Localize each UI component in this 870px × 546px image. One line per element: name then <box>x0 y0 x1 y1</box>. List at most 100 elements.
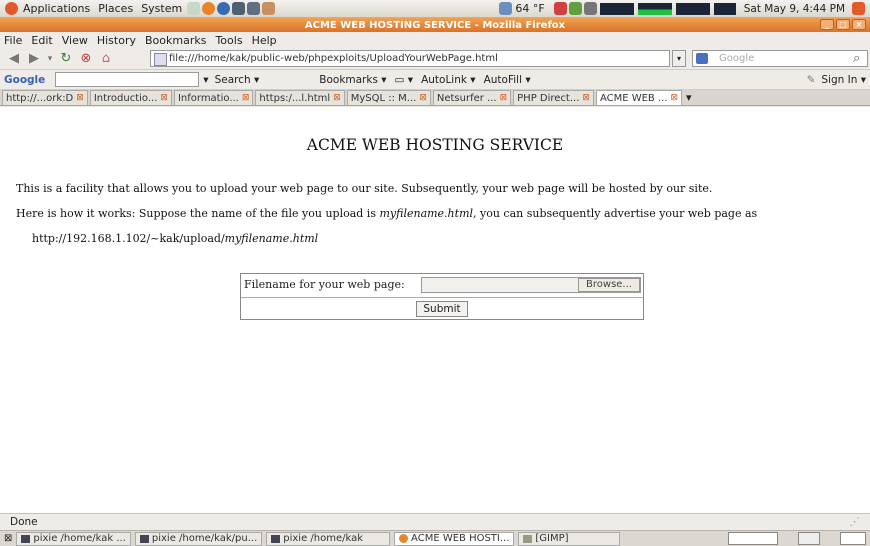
show-desktop-icon[interactable]: ⊠ <box>4 533 12 544</box>
network-icon[interactable] <box>499 2 513 15</box>
minimize-icon[interactable]: _ <box>820 19 834 30</box>
menu-file[interactable]: File <box>4 34 22 47</box>
tab-close-icon[interactable]: ⊠ <box>76 92 84 105</box>
task-label: pixie /home/kak <box>283 532 364 544</box>
panel-clock[interactable]: Sat May 9, 4:44 PM <box>744 3 845 15</box>
firefox-launcher-icon[interactable] <box>202 2 216 15</box>
panel-menu-places[interactable]: Places <box>94 2 137 15</box>
menu-view[interactable]: View <box>62 34 88 47</box>
tab-1[interactable]: http://...ork:D ⊠ <box>2 90 88 105</box>
tab-close-icon[interactable]: ⊠ <box>582 92 590 105</box>
tab-label: MySQL :: M... <box>350 92 417 104</box>
wrench-icon[interactable]: ✎ <box>807 74 816 86</box>
weather-readout[interactable]: 64 °F <box>515 2 544 15</box>
close-icon[interactable]: × <box>852 19 866 30</box>
search-magnifier-icon[interactable]: ⌕ <box>853 51 860 66</box>
tab-8-active[interactable]: ACME WEB ... ⊠ <box>595 90 683 105</box>
howto-filename: myfilename.html <box>379 207 474 220</box>
resize-grip-icon[interactable]: ⋰ <box>850 516 861 528</box>
tab-label: Introductio... <box>93 92 158 104</box>
memory-monitor-graph <box>675 2 710 15</box>
url-dropdown-icon[interactable]: ▾ <box>672 50 686 67</box>
network-monitor-graph <box>637 2 672 15</box>
notification-icon[interactable] <box>553 2 567 15</box>
terminal-icon <box>21 534 31 543</box>
menu-bookmarks[interactable]: Bookmarks <box>145 34 206 47</box>
gimp-launcher-icon[interactable] <box>262 2 276 15</box>
menu-tools[interactable]: Tools <box>215 34 242 47</box>
howto-text-suffix: , you can subsequently advertise your we… <box>473 207 758 220</box>
trash-icon[interactable] <box>798 532 820 545</box>
gnome-top-panel: Applications Places System 64 °F Sat May… <box>0 0 870 18</box>
google-search-button[interactable]: Search ▾ <box>215 74 260 86</box>
tab-close-icon[interactable]: ⊠ <box>671 92 679 105</box>
editor-launcher-icon[interactable] <box>247 2 261 15</box>
url-bar[interactable]: file:///home/kak/public-web/phpexploits/… <box>150 50 670 67</box>
taskbar-item-gimp[interactable]: [GIMP] <box>518 531 620 546</box>
google-dropdown-icon[interactable]: ▾ <box>203 74 208 86</box>
taskbar-item-pixie-3[interactable]: pixie /home/kak <box>266 531 391 546</box>
workspace-switcher[interactable] <box>728 532 778 545</box>
tab-6[interactable]: Netsurfer ... ⊠ <box>432 90 512 105</box>
panel-menu-system[interactable]: System <box>137 2 186 15</box>
power-icon[interactable] <box>852 2 865 15</box>
gnome-foot-icon[interactable] <box>5 2 18 15</box>
google-autolink-button[interactable]: AutoLink ▾ <box>421 74 476 86</box>
menu-help[interactable]: Help <box>252 34 277 47</box>
submit-button[interactable]: Submit <box>416 301 468 317</box>
help-launcher-icon[interactable] <box>217 2 231 15</box>
tray-icon[interactable] <box>583 2 597 15</box>
menu-edit[interactable]: Edit <box>31 34 52 47</box>
howto-text-prefix: Here is how it works: Suppose the name o… <box>16 207 380 220</box>
google-tab-button[interactable]: ▭ ▾ <box>395 74 414 86</box>
tab-label: Informatio... <box>177 92 239 104</box>
update-icon[interactable] <box>568 2 582 15</box>
back-arrow-icon[interactable]: ◀ <box>6 51 22 67</box>
window-title: ACME WEB HOSTING SERVICE - Mozilla Firef… <box>304 19 566 31</box>
form-divider <box>241 297 643 298</box>
tab-4[interactable]: https:/...l.html ⊠ <box>255 90 345 105</box>
google-autofill-button[interactable]: AutoFill ▾ <box>484 74 531 86</box>
google-bookmarks-button[interactable]: Bookmarks ▾ <box>319 74 386 86</box>
taskbar-item-pixie-1[interactable]: pixie /home/kak ... <box>16 531 131 546</box>
google-signin-button[interactable]: Sign In ▾ <box>821 74 866 86</box>
stop-icon[interactable]: ⊗ <box>78 51 94 67</box>
launcher-icon[interactable] <box>187 2 201 15</box>
gimp-icon <box>523 534 533 543</box>
maximize-icon[interactable]: □ <box>836 19 850 30</box>
status-bar: Done ⋰ <box>0 513 870 530</box>
tab-close-icon[interactable]: ⊠ <box>333 92 341 105</box>
taskbar-item-firefox[interactable]: ACME WEB HOSTI... <box>394 531 515 546</box>
tab-5[interactable]: MySQL :: M... ⊠ <box>346 90 431 105</box>
tab-3[interactable]: Informatio... ⊠ <box>173 90 254 105</box>
window-titlebar[interactable]: ACME WEB HOSTING SERVICE - Mozilla Firef… <box>0 18 870 32</box>
tab-close-icon[interactable]: ⊠ <box>419 92 427 105</box>
tab-label: PHP Direct... <box>517 92 580 104</box>
workspace-indicator[interactable] <box>840 532 866 545</box>
reload-icon[interactable]: ↻ <box>58 51 74 67</box>
taskbar-item-pixie-2[interactable]: pixie /home/kak/pu... <box>134 531 263 546</box>
terminal-launcher-icon[interactable] <box>232 2 246 15</box>
filename-label: Filename for your web page: <box>244 278 405 291</box>
home-icon[interactable]: ⌂ <box>98 51 114 67</box>
firefox-menubar: File Edit View History Bookmarks Tools H… <box>0 32 870 48</box>
search-input[interactable]: Google <box>692 50 868 67</box>
history-dropdown-icon[interactable]: ▾ <box>46 51 54 67</box>
tab-close-icon[interactable]: ⊠ <box>500 92 508 105</box>
search-engine-icon[interactable] <box>696 53 708 64</box>
google-search-input[interactable] <box>55 72 200 87</box>
menu-history[interactable]: History <box>97 34 136 47</box>
panel-menu-applications[interactable]: Applications <box>19 2 94 15</box>
tab-list-icon[interactable]: ▾ <box>686 91 692 104</box>
file-input[interactable]: Browse... <box>421 277 641 293</box>
forward-arrow-icon[interactable]: ▶ <box>26 51 42 67</box>
url-example-filename: myfilename.html <box>224 232 319 245</box>
tab-close-icon[interactable]: ⊠ <box>242 92 250 105</box>
upload-form: Filename for your web page: Browse... Su… <box>240 273 644 320</box>
tab-close-icon[interactable]: ⊠ <box>160 92 168 105</box>
tab-2[interactable]: Introductio... ⊠ <box>89 90 172 105</box>
tab-7[interactable]: PHP Direct... ⊠ <box>513 90 594 105</box>
browse-button[interactable]: Browse... <box>578 278 640 292</box>
terminal-icon <box>271 534 281 543</box>
page-content: ACME WEB HOSTING SERVICE This is a facil… <box>0 107 870 513</box>
